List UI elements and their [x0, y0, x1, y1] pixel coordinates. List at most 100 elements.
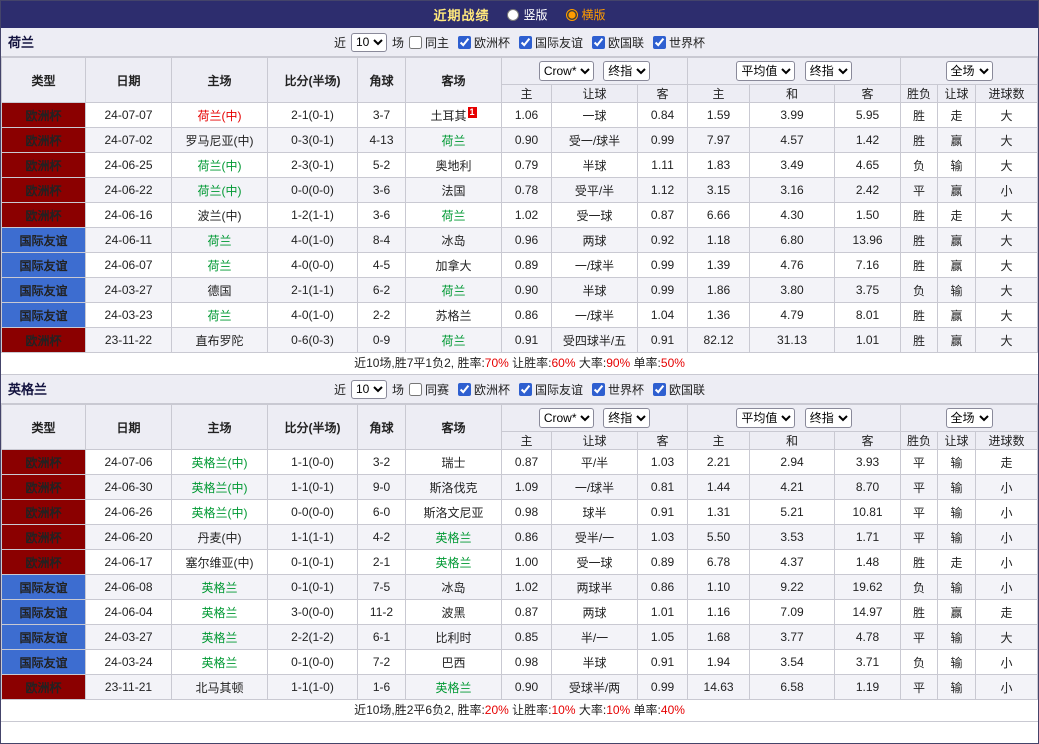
competition-checkbox[interactable] — [457, 35, 471, 49]
home-team-link[interactable]: 荷兰 — [207, 234, 231, 248]
same-competition-checkbox[interactable] — [408, 382, 422, 396]
handicap-away-odds: 1.12 — [636, 177, 689, 203]
odds-stage-select[interactable]: 终指 — [603, 408, 651, 428]
away-team-link[interactable]: 巴西 — [441, 656, 465, 670]
away-team-link[interactable]: 英格兰 — [435, 556, 471, 570]
home-team-link[interactable]: 英格兰 — [201, 581, 237, 595]
competition-filter[interactable]: 欧国联 — [653, 381, 705, 398]
competition-checkbox[interactable] — [519, 35, 532, 49]
match-row: 国际友谊 24-03-27 德国 2-1(1-1) 6-2 荷兰 0.90 半球 0.99 1.8… — [1, 277, 1038, 303]
vertical-radio[interactable] — [507, 8, 520, 21]
scope-select[interactable]: 全场 — [945, 61, 993, 81]
avg-draw-odds: 4.57 — [749, 127, 836, 153]
away-team-link[interactable]: 加拿大 — [435, 259, 471, 273]
sub-home: 主 — [501, 431, 552, 450]
average-stage-select[interactable]: 终指 — [804, 61, 852, 81]
match-count-select[interactable]: 10 — [350, 32, 387, 52]
scope-select[interactable]: 全场 — [945, 408, 993, 428]
average-stage-select[interactable]: 终指 — [804, 408, 852, 428]
match-row: 国际友谊 24-06-04 英格兰 3-0(0-0) 11-2 波黑 0.87 两球 1.01 1… — [1, 599, 1038, 625]
home-team-link[interactable]: 塞尔维亚(中) — [186, 556, 254, 570]
competition-checkbox[interactable] — [457, 382, 471, 396]
competition-filter[interactable]: 世界杯 — [653, 34, 705, 51]
away-team-link[interactable]: 斯洛伐克 — [429, 481, 477, 495]
away-team-link[interactable]: 波黑 — [441, 606, 465, 620]
competition-filter[interactable]: 世界杯 — [592, 381, 644, 398]
home-team-link[interactable]: 北马其顿 — [195, 681, 243, 695]
home-team-link[interactable]: 荷兰 — [207, 309, 231, 323]
handicap-home-odds: 0.87 — [501, 599, 552, 625]
away-team-link[interactable]: 冰岛 — [441, 581, 465, 595]
match-row: 国际友谊 24-03-27 英格兰 2-2(1-2) 6-1 比利时 0.85 半/一 1.05… — [1, 624, 1038, 650]
away-team-link[interactable]: 瑞士 — [441, 456, 465, 470]
match-score: 4-0(0-0) — [267, 252, 358, 278]
match-type: 欧洲杯 — [1, 474, 86, 500]
handicap-line: 一/球半 — [551, 252, 638, 278]
horizontal-radio[interactable] — [565, 8, 578, 21]
bookmaker-select[interactable]: Crow* — [538, 408, 594, 428]
home-team-link[interactable]: 波兰(中) — [198, 209, 242, 223]
odds-stage-select[interactable]: 终指 — [603, 61, 651, 81]
home-team-link[interactable]: 英格兰(中) — [192, 456, 248, 470]
home-team-link[interactable]: 英格兰 — [201, 656, 237, 670]
avg-home-odds: 1.31 — [687, 499, 751, 525]
average-select[interactable]: 平均值 — [736, 408, 796, 428]
same-home-checkbox[interactable] — [408, 35, 422, 49]
away-team-link[interactable]: 冰岛 — [441, 234, 465, 248]
competition-checkbox[interactable] — [592, 382, 606, 396]
away-team-link[interactable]: 苏格兰 — [435, 309, 471, 323]
home-team-link[interactable]: 德国 — [207, 284, 231, 298]
match-score: 2-1(0-1) — [267, 102, 358, 128]
handicap-away-odds: 1.01 — [636, 599, 689, 625]
away-team-link[interactable]: 土耳其 1 — [430, 106, 477, 123]
home-team-link[interactable]: 直布罗陀 — [195, 334, 243, 348]
away-team-link[interactable]: 荷兰 — [441, 134, 465, 148]
competition-checkbox[interactable] — [592, 35, 606, 49]
match-count-select[interactable]: 10 — [350, 379, 387, 399]
away-team-link[interactable]: 斯洛文尼亚 — [423, 506, 483, 520]
competition-filter[interactable]: 欧洲杯 — [457, 34, 510, 51]
home-team-link[interactable]: 荷兰(中) — [198, 109, 242, 123]
away-team-link[interactable]: 荷兰 — [441, 334, 465, 348]
same-competition-filter[interactable]: 同赛 — [408, 381, 449, 398]
home-team-link[interactable]: 荷兰 — [207, 259, 231, 273]
layout-option-horizontal[interactable]: 横版 — [565, 6, 606, 23]
average-select[interactable]: 平均值 — [736, 61, 796, 81]
handicap-line: 半球 — [551, 277, 638, 303]
competition-checkbox[interactable] — [653, 35, 667, 49]
home-team-link[interactable]: 英格兰(中) — [192, 481, 248, 495]
match-type: 国际友谊 — [1, 599, 86, 625]
home-team-link[interactable]: 丹麦(中) — [198, 531, 242, 545]
bookmaker-select[interactable]: Crow* — [538, 61, 594, 81]
home-team-link[interactable]: 荷兰(中) — [198, 159, 242, 173]
away-team-cell: 土耳其 1 — [405, 102, 502, 128]
layout-option-vertical[interactable]: 竖版 — [507, 6, 548, 23]
away-team-link[interactable]: 荷兰 — [441, 284, 465, 298]
home-team-link[interactable]: 英格兰 — [201, 606, 237, 620]
match-date: 24-06-11 — [85, 227, 172, 253]
away-team-link[interactable]: 荷兰 — [441, 209, 465, 223]
competition-checkbox[interactable] — [653, 382, 667, 396]
competition-filter[interactable]: 国际友谊 — [519, 381, 583, 398]
home-team-link[interactable]: 罗马尼亚(中) — [186, 134, 254, 148]
match-date: 24-07-02 — [85, 127, 172, 153]
away-team-cell: 苏格兰 — [405, 302, 502, 328]
competition-checkbox[interactable] — [519, 382, 532, 396]
summary-stat-value: 60% — [551, 356, 576, 370]
away-team-link[interactable]: 奥地利 — [435, 159, 471, 173]
away-team-link[interactable]: 法国 — [441, 184, 465, 198]
home-team-link[interactable]: 英格兰 — [201, 631, 237, 645]
away-team-link[interactable]: 英格兰 — [435, 681, 471, 695]
competition-filter[interactable]: 欧洲杯 — [457, 381, 510, 398]
match-type: 国际友谊 — [1, 227, 86, 253]
sub-outcome: 胜负 — [900, 431, 939, 450]
home-team-link[interactable]: 荷兰(中) — [198, 184, 242, 198]
corner-count: 2-1 — [357, 549, 406, 575]
competition-filter[interactable]: 欧国联 — [592, 34, 644, 51]
away-team-link[interactable]: 英格兰 — [435, 531, 471, 545]
home-team-link[interactable]: 英格兰(中) — [192, 506, 248, 520]
competition-filter[interactable]: 国际友谊 — [519, 34, 583, 51]
match-row: 国际友谊 24-06-07 荷兰 4-0(0-0) 4-5 加拿大 0.89 一/球半 0.99… — [1, 252, 1038, 278]
away-team-link[interactable]: 比利时 — [435, 631, 471, 645]
same-home-filter[interactable]: 同主 — [408, 34, 449, 51]
